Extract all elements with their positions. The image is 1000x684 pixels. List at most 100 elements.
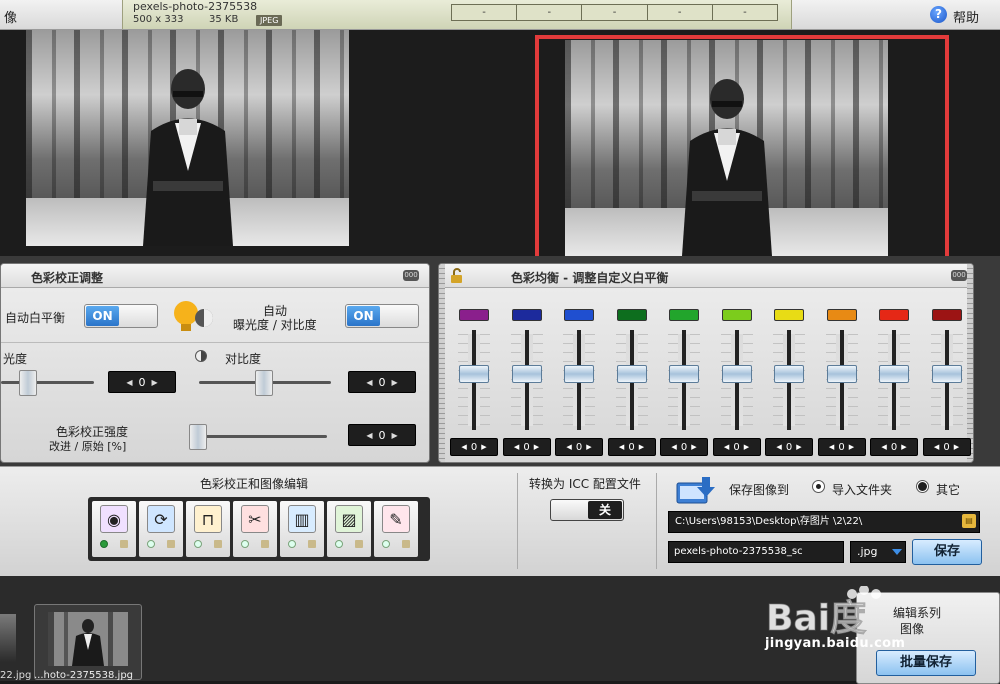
channel-slider[interactable] xyxy=(930,330,963,430)
lock-icon xyxy=(261,540,269,548)
import-folder-radio[interactable] xyxy=(812,480,825,493)
slider-thumb[interactable] xyxy=(511,365,542,383)
channel-stepper[interactable]: ◀ 0 ▶ xyxy=(660,438,708,456)
slider-thumb[interactable] xyxy=(826,365,857,383)
channel-slider[interactable] xyxy=(615,330,648,430)
watermark-brand: Bai度 xyxy=(766,598,866,639)
tool-button[interactable]: ⟳ xyxy=(139,501,183,557)
strength-slider[interactable] xyxy=(189,424,327,450)
save-button[interactable]: 保存 xyxy=(912,539,982,565)
import-folder-label[interactable]: 导入文件夹 xyxy=(832,481,892,498)
channel-stepper[interactable]: ◀ 0 ▶ xyxy=(607,438,656,456)
original-image[interactable] xyxy=(26,30,349,246)
straighten-icon: ▥ xyxy=(288,505,316,533)
panel-edge xyxy=(967,264,973,462)
lock-icon xyxy=(308,540,316,548)
help-link[interactable]: 帮助 xyxy=(953,7,979,26)
channel-stepper[interactable]: ◀ 0 ▶ xyxy=(712,438,761,456)
slider-thumb[interactable] xyxy=(564,365,594,383)
channel-slider[interactable] xyxy=(878,330,910,430)
save-path-field[interactable]: C:\Users\98153\Desktop\存图片 \2\22\ xyxy=(668,511,980,533)
slider-thumb[interactable] xyxy=(931,365,962,383)
eraser-icon: ✎ xyxy=(382,505,410,533)
slider-thumb[interactable] xyxy=(189,424,207,450)
channel-color-chip xyxy=(721,309,752,321)
tool-status-dot xyxy=(147,540,155,548)
contrast-icon xyxy=(195,350,207,362)
help-icon[interactable]: ? xyxy=(930,6,947,23)
picture-effect-icon: ▨ xyxy=(335,505,363,533)
thumbnail-image[interactable] xyxy=(48,612,128,666)
file-dimensions: 500 x 333 xyxy=(133,14,184,25)
thumbnail-image[interactable] xyxy=(0,614,16,662)
contrast-slider[interactable] xyxy=(199,370,331,396)
panel-edge xyxy=(439,264,445,462)
channel-stepper[interactable]: ◀ 0 ▶ xyxy=(765,438,813,456)
slider-thumb[interactable] xyxy=(721,365,752,383)
brightness-stepper[interactable]: ◀ 0 ▶ xyxy=(108,371,176,393)
tool-status-dot xyxy=(288,540,296,548)
other-folder-label[interactable]: 其它 xyxy=(936,481,960,498)
channel-color-chip xyxy=(616,309,647,321)
toggle-on-label: ON xyxy=(347,306,380,326)
color-wheel-icon: ◉ xyxy=(100,505,128,533)
slider-thumb[interactable] xyxy=(774,365,804,383)
channel-slider[interactable] xyxy=(510,330,543,430)
auto-white-balance-toggle[interactable]: ON xyxy=(84,304,158,328)
strength-stepper[interactable]: ◀ 0 ▶ xyxy=(348,424,416,446)
tool-button[interactable]: ✎ xyxy=(374,501,418,557)
info-box: - xyxy=(743,7,747,18)
channel-stepper[interactable]: ◀ 0 ▶ xyxy=(502,438,551,456)
slider-thumb[interactable] xyxy=(616,365,647,383)
tool-button[interactable]: ◉ xyxy=(92,501,136,557)
other-folder-radio[interactable] xyxy=(916,480,929,493)
channel-stepper[interactable]: ◀ 0 ▶ xyxy=(870,438,918,456)
crop-icon: ⊓ xyxy=(194,505,222,533)
thumbnail-person xyxy=(48,612,128,666)
auto-exposure-toggle[interactable]: ON xyxy=(345,304,419,328)
info-boxes: - - - - - xyxy=(451,4,778,21)
channel-stepper[interactable]: ◀ 0 ▶ xyxy=(555,438,603,456)
lock-icon xyxy=(167,540,175,548)
file-size: 35 KB xyxy=(209,14,239,25)
file-name-field[interactable]: pexels-photo-2375538_sc xyxy=(668,541,844,563)
chevron-down-icon[interactable] xyxy=(892,549,902,555)
slider-thumb[interactable] xyxy=(459,365,489,383)
info-box: - xyxy=(648,5,713,20)
unlock-icon[interactable] xyxy=(449,268,465,284)
tool-button[interactable]: ✂ xyxy=(233,501,277,557)
lock-icon xyxy=(355,540,363,548)
toggle-off-label: 关 xyxy=(588,501,622,519)
panel-title: 色彩校正调整 xyxy=(31,271,104,285)
tool-status-dot xyxy=(382,540,390,548)
lock-icon xyxy=(120,540,128,548)
channel-stepper[interactable]: ◀ 0 ▶ xyxy=(817,438,866,456)
channel-color-chip xyxy=(774,309,804,321)
tool-button[interactable]: ⊓ xyxy=(186,501,230,557)
tool-button[interactable]: ▥ xyxy=(280,501,324,557)
tool-button[interactable]: ▨ xyxy=(327,501,371,557)
slider-thumb[interactable] xyxy=(669,365,699,383)
brightness-slider[interactable] xyxy=(1,370,94,396)
channel-stepper[interactable]: ◀ 0 ▶ xyxy=(450,438,498,456)
channel-slider[interactable] xyxy=(825,330,858,430)
channel-stepper[interactable]: ◀ 0 ▶ xyxy=(922,438,971,456)
thumbnail-label: ...hoto-2375538.jpg xyxy=(34,670,134,681)
icc-convert-toggle[interactable]: 关 xyxy=(550,499,624,521)
contrast-stepper[interactable]: ◀ 0 ▶ xyxy=(348,371,416,393)
color-correction-panel: 色彩校正调整 000 自动白平衡 ON 自动 曝光度 / 对比度 ON 光度 ◀… xyxy=(0,263,430,463)
slider-thumb[interactable] xyxy=(255,370,273,396)
slider-thumb[interactable] xyxy=(879,365,909,383)
slider-thumb[interactable] xyxy=(19,370,37,396)
channel-color-chip xyxy=(826,309,857,321)
auto-exposure-label-2: 曝光度 / 对比度 xyxy=(233,318,317,332)
channel-slider[interactable] xyxy=(563,330,595,430)
panel-collapse-button[interactable]: 000 xyxy=(403,270,419,281)
panel-collapse-button[interactable]: 000 xyxy=(951,270,967,281)
panel-header: 色彩均衡 - 调整自定义白平衡 000 xyxy=(439,264,973,288)
channel-slider[interactable] xyxy=(458,330,490,430)
channel-slider[interactable] xyxy=(773,330,805,430)
channel-slider[interactable] xyxy=(668,330,700,430)
folder-icon[interactable]: ▤ xyxy=(962,514,976,528)
channel-slider[interactable] xyxy=(720,330,753,430)
